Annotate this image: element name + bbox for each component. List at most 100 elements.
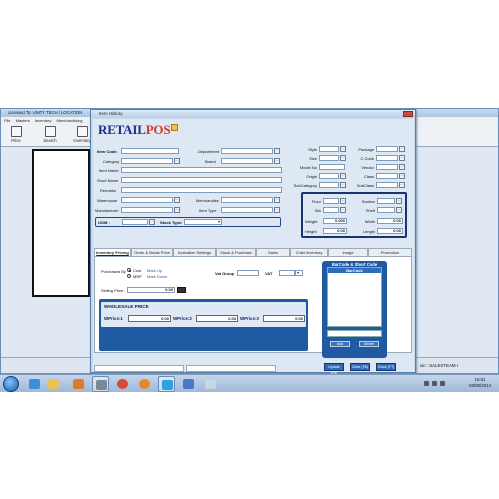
vat-group-field[interactable]: [237, 270, 259, 276]
style-browse-button[interactable]: ...: [340, 146, 346, 152]
tray-flag-icon[interactable]: [424, 381, 429, 386]
width-field[interactable]: 0.00: [377, 218, 403, 224]
brand-browse-button[interactable]: ...: [274, 158, 280, 164]
c-code-field[interactable]: [376, 155, 398, 161]
tab-promotion[interactable]: Promotion: [368, 248, 412, 256]
subcategory-field[interactable]: [319, 182, 339, 188]
class-browse-button[interactable]: ...: [399, 173, 405, 179]
calculator-icon[interactable]: [177, 287, 186, 293]
manufacturer-field[interactable]: [121, 207, 173, 213]
item-type-browse-button[interactable]: ...: [274, 207, 280, 213]
price-icon: [10, 126, 22, 137]
subclass-field[interactable]: [376, 182, 398, 188]
section-browse-button[interactable]: ...: [396, 198, 402, 204]
class-field[interactable]: [376, 173, 398, 179]
tab-activation-settings[interactable]: Activation Settings: [173, 248, 216, 256]
taskbar-app-3[interactable]: [202, 376, 219, 392]
start-button[interactable]: [3, 376, 19, 392]
toolbar-search-button[interactable]: Search: [39, 126, 61, 146]
mrp-radio[interactable]: [127, 274, 131, 278]
package-field[interactable]: [376, 146, 398, 152]
taskbar-explorer[interactable]: [45, 376, 62, 392]
manufacturer-browse-button[interactable]: ...: [174, 207, 180, 213]
taskbar-ie[interactable]: [26, 376, 43, 392]
floor-field[interactable]: [323, 198, 339, 204]
length-field[interactable]: 0.00: [377, 228, 403, 234]
package-browse-button[interactable]: ...: [399, 146, 405, 152]
origin-field[interactable]: [319, 173, 339, 179]
height-field[interactable]: 0.00: [323, 228, 347, 234]
bin-browse-button[interactable]: ...: [340, 207, 346, 213]
taskbar-app-2[interactable]: [180, 376, 197, 392]
clear-button[interactable]: Clear (F6): [350, 363, 370, 371]
tab-order-break-price[interactable]: Order & Break Price: [131, 248, 173, 256]
tab-child-inventory[interactable]: Child Inventory: [290, 248, 328, 256]
taskbar-skype[interactable]: [158, 376, 175, 392]
warehouse-browse-button[interactable]: ...: [174, 197, 180, 203]
taskbar-clock[interactable]: 16:51 03/09/2014: [466, 377, 494, 389]
vat-field[interactable]: [279, 270, 295, 276]
barcode-input[interactable]: [327, 330, 382, 337]
item-name-field[interactable]: [121, 167, 282, 173]
update-button[interactable]: Update (F5): [324, 363, 344, 375]
toolbar-price-button[interactable]: Price: [5, 126, 27, 146]
close-icon[interactable]: [403, 111, 413, 117]
vendor-browse-button[interactable]: ...: [399, 164, 405, 170]
wprice-3-field[interactable]: 0.00: [263, 315, 305, 322]
menu-file[interactable]: File: [4, 118, 10, 123]
tray-volume-icon[interactable]: [440, 381, 445, 386]
item-code-field[interactable]: [121, 148, 179, 154]
wprice-1-field[interactable]: 0.00: [128, 315, 171, 322]
taskbar-app-1[interactable]: [92, 376, 109, 392]
brand-field[interactable]: [221, 158, 273, 164]
barcode-list[interactable]: BarCode: [327, 267, 382, 327]
origin-browse-button[interactable]: ...: [340, 173, 346, 179]
menu-merchandising[interactable]: Merchandising: [57, 118, 83, 123]
barcode-delete-button[interactable]: Delete: [359, 341, 379, 347]
taskbar-firefox[interactable]: [136, 376, 153, 392]
stock-type-select[interactable]: ▾: [184, 219, 222, 225]
selling-price-field[interactable]: 0.00: [127, 287, 175, 293]
remarks-field[interactable]: [121, 187, 282, 193]
shelf-browse-button[interactable]: ...: [396, 207, 402, 213]
wprice-2-field[interactable]: 0.00: [196, 315, 238, 322]
c-code-browse-button[interactable]: ...: [399, 155, 405, 161]
subcategory-browse-button[interactable]: ...: [340, 182, 346, 188]
department-field[interactable]: [221, 148, 273, 154]
merchandise-field[interactable]: [221, 197, 273, 203]
cost-radio[interactable]: [127, 268, 131, 272]
taskbar-chrome[interactable]: [114, 376, 131, 392]
tab-sales[interactable]: Sales: [256, 248, 290, 256]
bin-field[interactable]: [323, 207, 339, 213]
vat-select[interactable]: ▾: [295, 270, 303, 276]
weight-field[interactable]: 0.000: [323, 218, 347, 224]
vendor-field[interactable]: [376, 164, 398, 170]
menu-masters[interactable]: Masters: [16, 118, 30, 123]
item-type-field[interactable]: [221, 207, 273, 213]
menu-inventory[interactable]: Inventory: [35, 118, 51, 123]
style-field[interactable]: [319, 146, 339, 152]
category-field[interactable]: [121, 158, 173, 164]
shelf-field[interactable]: [377, 207, 395, 213]
short-name-field[interactable]: [121, 177, 282, 183]
uom-browse-button[interactable]: ...: [149, 219, 155, 225]
close-button[interactable]: Close (F7): [376, 363, 396, 371]
floor-browse-button[interactable]: ...: [340, 198, 346, 204]
tab-image[interactable]: Image: [328, 248, 368, 256]
tab-inventory-pricing[interactable]: Inventory Pricing: [94, 248, 131, 256]
barcode-add-button[interactable]: Add: [330, 341, 350, 347]
size-browse-button[interactable]: ...: [340, 155, 346, 161]
warehouse-field[interactable]: [121, 197, 173, 203]
tray-network-icon[interactable]: [432, 381, 437, 386]
section-field[interactable]: [377, 198, 395, 204]
merchandise-browse-button[interactable]: ...: [274, 197, 280, 203]
toolbar-price-label: Price: [11, 138, 21, 143]
model-no-field[interactable]: [319, 164, 345, 170]
uom-field[interactable]: [122, 219, 148, 225]
department-browse-button[interactable]: ...: [274, 148, 280, 154]
tab-stock-purchase[interactable]: Stock & Purchase: [216, 248, 256, 256]
category-browse-button[interactable]: ...: [174, 158, 180, 164]
subclass-browse-button[interactable]: ...: [399, 182, 405, 188]
taskbar-media[interactable]: [70, 376, 87, 392]
size-field[interactable]: [319, 155, 339, 161]
